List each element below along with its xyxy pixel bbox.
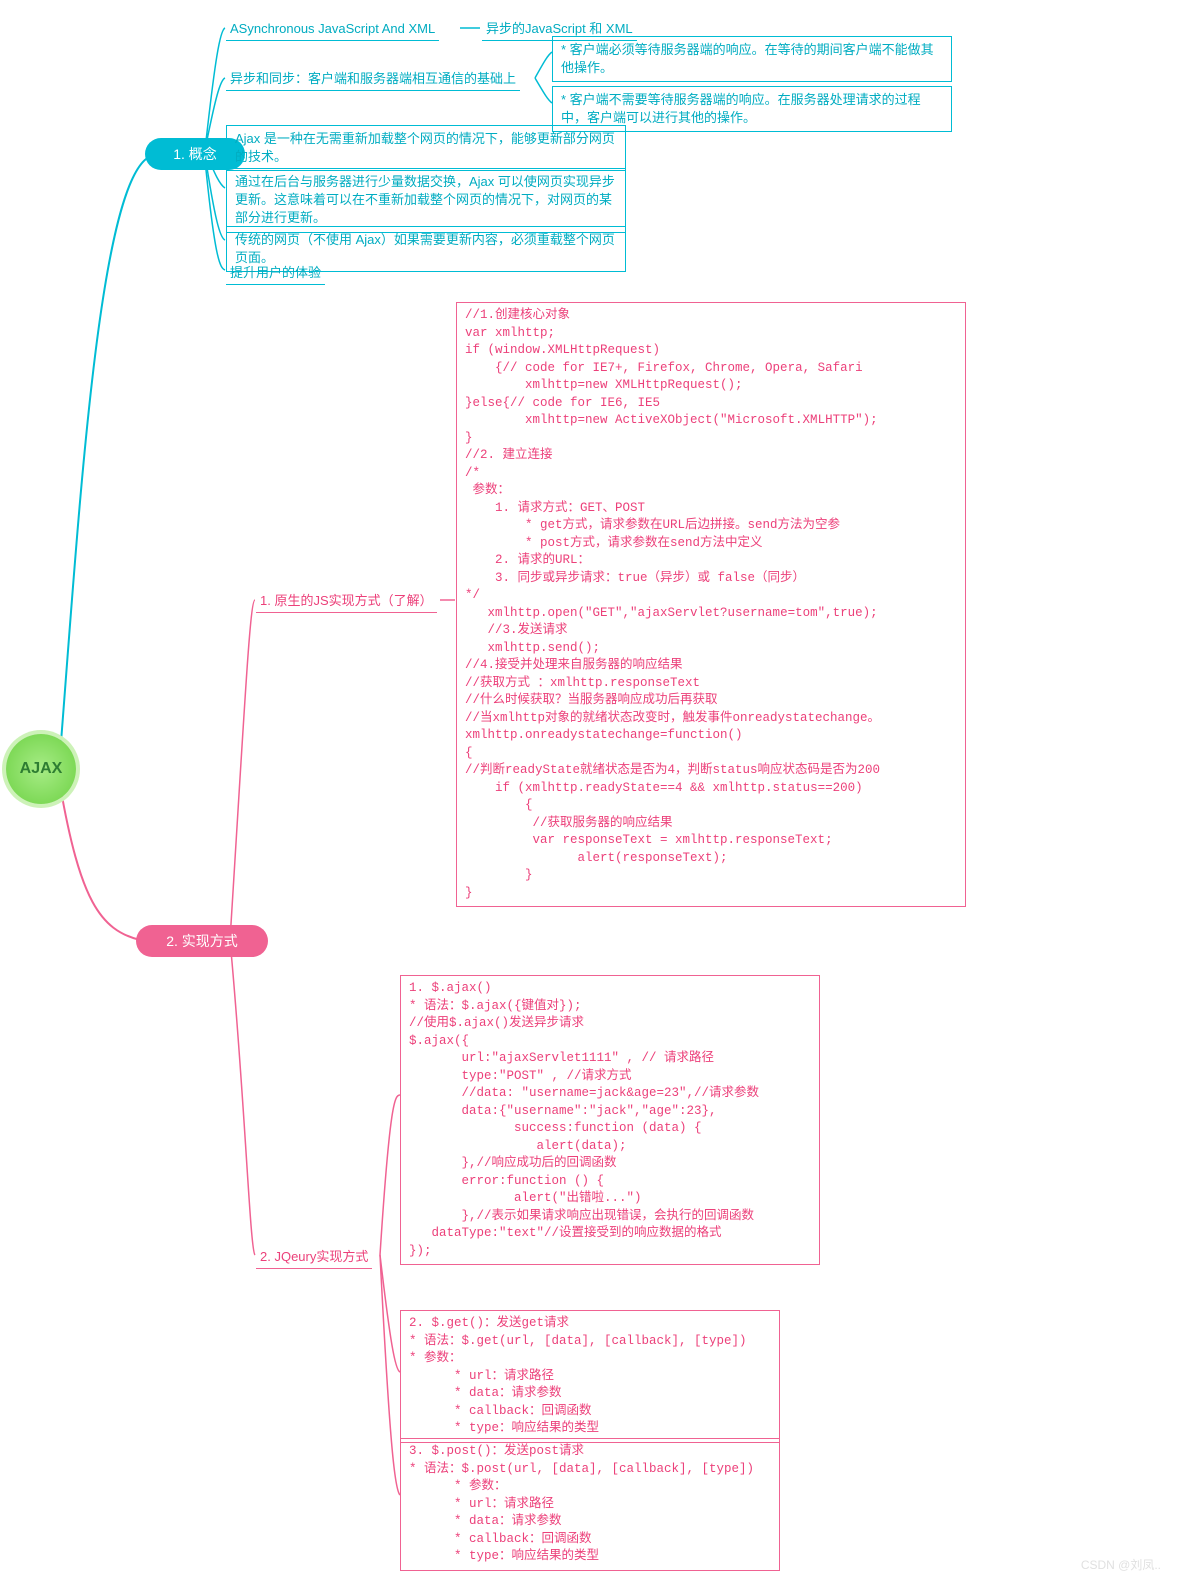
root-node[interactable]: AJAX xyxy=(6,734,76,804)
node-jquery-title: 2. JQeury实现方式 xyxy=(256,1246,372,1269)
mindmap-canvas: AJAX 1. 概念 ASynchronous JavaScript And X… xyxy=(0,0,1181,1583)
node-native-js-code: //1.创建核心对象 var xmlhttp; if (window.XMLHt… xyxy=(456,302,966,907)
branch-concept-label: 1. 概念 xyxy=(173,144,217,164)
node-jquery-ajax: 1. $.ajax() * 语法：$.ajax({键值对}); //使用$.aj… xyxy=(400,975,820,1265)
node-ajax-exchange: 通过在后台与服务器进行少量数据交换，Ajax 可以使网页实现异步更新。这意味着可… xyxy=(226,168,626,233)
branch-impl[interactable]: 2. 实现方式 xyxy=(136,925,268,957)
node-ux: 提升用户的体验 xyxy=(226,262,325,285)
node-native-js-title: 1. 原生的JS实现方式（了解） xyxy=(256,590,437,613)
node-async-en: ASynchronous JavaScript And XML xyxy=(226,18,439,41)
node-sync-desc: * 客户端必须等待服务器端的响应。在等待的期间客户端不能做其他操作。 xyxy=(552,36,952,82)
node-jquery-get: 2. $.get()：发送get请求 * 语法：$.get(url, [data… xyxy=(400,1310,780,1443)
node-jquery-post: 3. $.post()：发送post请求 * 语法：$.post(url, [d… xyxy=(400,1438,780,1571)
node-ajax-def: Ajax 是一种在无需重新加载整个网页的情况下，能够更新部分网页的技术。 xyxy=(226,125,626,171)
watermark: CSDN @刘凤.. xyxy=(1081,1556,1161,1573)
root-label: AJAX xyxy=(20,760,63,778)
branch-impl-label: 2. 实现方式 xyxy=(166,931,238,951)
node-sync-async: 异步和同步：客户端和服务器端相互通信的基础上 xyxy=(226,68,520,91)
